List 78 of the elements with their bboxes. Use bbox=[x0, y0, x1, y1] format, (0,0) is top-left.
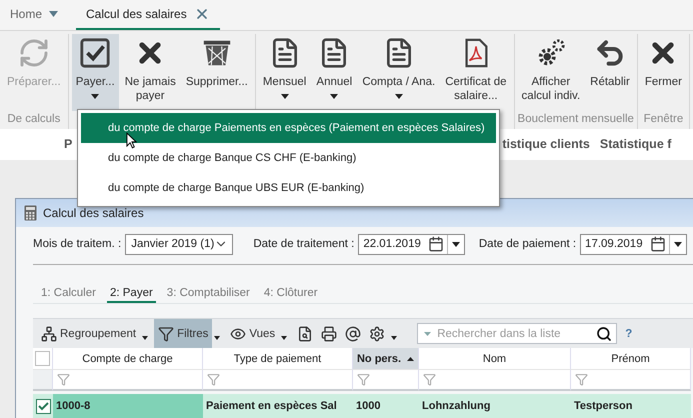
group-label: De calculs bbox=[6, 112, 62, 127]
filter-icon bbox=[207, 373, 220, 386]
step-tab[interactable]: 3: Comptabiliser bbox=[164, 285, 253, 303]
eye-icon bbox=[230, 326, 246, 342]
at-sign-icon[interactable] bbox=[345, 326, 362, 342]
caret-icon bbox=[49, 11, 58, 17]
filter-cell[interactable] bbox=[203, 369, 353, 391]
filter-icon bbox=[575, 373, 588, 386]
filter-icon bbox=[357, 373, 370, 386]
caret-icon bbox=[452, 242, 460, 246]
nav-tab[interactable]: P bbox=[64, 137, 72, 152]
caret-icon bbox=[394, 94, 403, 99]
ribbon-button[interactable]: Certificat de salaire... bbox=[441, 34, 511, 111]
caret-icon bbox=[330, 94, 338, 99]
calendar-icon[interactable] bbox=[428, 236, 444, 252]
toolbar-button[interactable]: Vues bbox=[226, 319, 280, 348]
refresh-icon bbox=[18, 37, 50, 69]
table-cell: Testperson bbox=[571, 394, 691, 418]
select-all-checkbox[interactable] bbox=[35, 351, 50, 366]
calculator-icon bbox=[24, 205, 37, 221]
cursor-icon bbox=[126, 132, 137, 149]
hierarchy-icon bbox=[41, 326, 57, 342]
print-preview-icon[interactable] bbox=[297, 326, 314, 342]
caret-icon bbox=[280, 94, 289, 99]
caret-icon bbox=[424, 332, 432, 336]
ribbon-button[interactable]: Afficher calcul indiv. bbox=[518, 34, 584, 111]
ribbon-button[interactable]: Ne jamais payer bbox=[120, 34, 180, 111]
nav-tab[interactable]: Statistique f bbox=[600, 137, 672, 152]
search-icon[interactable] bbox=[596, 326, 612, 342]
caret-icon bbox=[91, 94, 100, 99]
step-tab[interactable]: 4: Clôturer bbox=[260, 285, 321, 303]
filter-cell[interactable] bbox=[53, 369, 203, 391]
ribbon-button[interactable]: Payer... bbox=[72, 34, 119, 111]
column-header[interactable]: Prénom bbox=[571, 348, 691, 369]
toolbar-button[interactable]: Regroupement bbox=[37, 319, 140, 348]
caret-icon bbox=[142, 336, 148, 340]
checkbox-icon bbox=[79, 37, 112, 69]
field-label: Date de paiement : bbox=[478, 238, 576, 250]
menu-item[interactable]: du compte de charge Paiements en espèces (Paiement en espèces Salaires) bbox=[81, 113, 496, 143]
calendar-icon[interactable] bbox=[650, 236, 666, 252]
field-label: Mois de traitem. : bbox=[33, 238, 122, 250]
caret-icon bbox=[281, 336, 288, 340]
filter-cell[interactable] bbox=[419, 369, 571, 391]
group-label: Bouclement mensuelle bbox=[518, 112, 634, 127]
tab[interactable]: Home bbox=[0, 0, 68, 30]
window-title: Calcul des salaires bbox=[43, 206, 144, 220]
column-header[interactable]: Compte de charge bbox=[53, 348, 203, 369]
table-cell: Lohnzahlung bbox=[419, 394, 571, 418]
sort-arrow-icon bbox=[407, 356, 414, 360]
table-cell: Paiement en espèces Sal bbox=[203, 394, 353, 418]
date-field[interactable]: 17.09.2019 bbox=[580, 234, 687, 254]
filter-icon bbox=[423, 373, 436, 386]
field-label: Date de traitement : bbox=[253, 238, 354, 250]
filter-cell[interactable] bbox=[353, 369, 419, 391]
filter-icon bbox=[57, 373, 70, 386]
step-tab[interactable]: 2: Payer bbox=[106, 285, 156, 303]
group-label: Fenêtre bbox=[642, 112, 684, 127]
toolbar-button[interactable]: Filtres bbox=[154, 319, 212, 348]
ribbon-button[interactable]: Fermer bbox=[640, 34, 686, 111]
date-field[interactable]: 22.01.2019 bbox=[358, 234, 465, 254]
column-header[interactable]: Nom bbox=[419, 348, 571, 369]
row-checkbox[interactable] bbox=[36, 398, 51, 414]
settings-icon[interactable] bbox=[369, 326, 386, 342]
column-header[interactable]: Type de paiement bbox=[203, 348, 353, 369]
caret-icon bbox=[674, 242, 682, 246]
ribbon-button[interactable]: Rétablir bbox=[586, 34, 634, 111]
step-tab[interactable]: 1: Calculer bbox=[38, 285, 99, 303]
caret-icon bbox=[214, 336, 220, 340]
filter-cell[interactable] bbox=[571, 369, 691, 391]
column-header[interactable]: No pers. bbox=[353, 348, 419, 369]
print-icon[interactable] bbox=[321, 326, 338, 342]
table-cell: 1000 bbox=[353, 394, 419, 418]
caret-icon bbox=[391, 336, 398, 340]
month-dropdown[interactable]: Janvier 2019 (1) bbox=[125, 234, 234, 254]
help-link[interactable]: ? bbox=[625, 328, 632, 340]
filter-icon bbox=[158, 326, 174, 342]
nav-tab[interactable]: tistique clients bbox=[502, 137, 590, 152]
table-cell: 1000-8 bbox=[53, 394, 203, 418]
